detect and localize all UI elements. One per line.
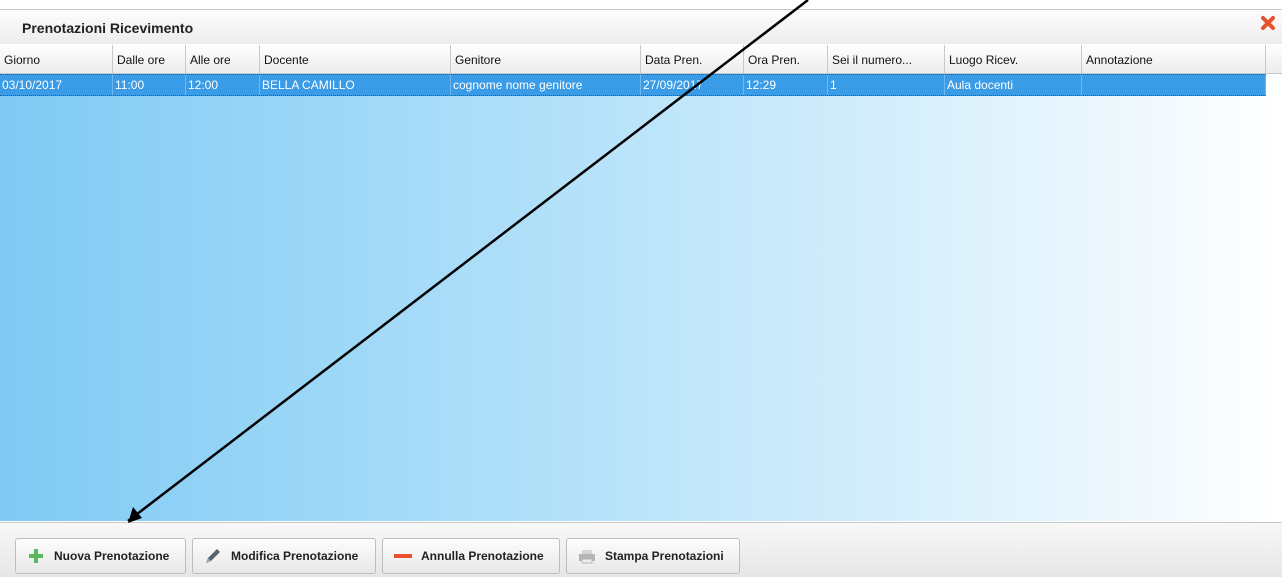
annulla-prenotazione-label: Annulla Prenotazione <box>421 549 544 563</box>
cell-docente: BELLA CAMILLO <box>260 75 451 95</box>
cell-sei-il-numero: 1 <box>828 75 945 95</box>
stampa-prenotazioni-button[interactable]: Stampa Prenotazioni <box>566 538 740 574</box>
cell-giorno: 03/10/2017 <box>0 75 113 95</box>
nuova-prenotazione-button[interactable]: Nuova Prenotazione <box>15 538 186 574</box>
nuova-prenotazione-label: Nuova Prenotazione <box>54 549 170 563</box>
cell-luogo-ricev: Aula docenti <box>945 75 1082 95</box>
cell-ora-pren: 12:29 <box>744 75 828 95</box>
printer-icon <box>577 546 597 566</box>
minus-icon <box>393 546 413 566</box>
window-titlebar: Prenotazioni Ricevimento <box>0 10 1282 44</box>
pencil-icon <box>203 546 223 566</box>
column-header-giorno[interactable]: Giorno <box>0 45 113 73</box>
cell-data-pren: 27/09/2017 <box>641 75 744 95</box>
modifica-prenotazione-label: Modifica Prenotazione <box>231 549 359 563</box>
column-header-ora-pren[interactable]: Ora Pren. <box>744 45 828 73</box>
bookings-window: Prenotazioni Ricevimento Giorno Dalle or… <box>0 9 1282 577</box>
cell-dalle-ore: 11:00 <box>113 75 186 95</box>
column-header-dalle-ore[interactable]: Dalle ore <box>113 45 186 73</box>
table-row[interactable]: 03/10/2017 11:00 12:00 BELLA CAMILLO cog… <box>0 74 1266 96</box>
column-header-data-pren[interactable]: Data Pren. <box>641 45 744 73</box>
bookings-table: Giorno Dalle ore Alle ore Docente Genito… <box>0 45 1282 521</box>
column-header-alle-ore[interactable]: Alle ore <box>186 45 260 73</box>
annulla-prenotazione-button[interactable]: Annulla Prenotazione <box>382 538 560 574</box>
column-header-sei-il-numero[interactable]: Sei il numero... <box>828 45 945 73</box>
column-header-docente[interactable]: Docente <box>260 45 451 73</box>
button-toolbar: Nuova Prenotazione Modifica Prenotazione… <box>0 522 1282 577</box>
column-header-genitore[interactable]: Genitore <box>451 45 641 73</box>
cell-alle-ore: 12:00 <box>186 75 260 95</box>
close-icon[interactable] <box>1260 15 1276 31</box>
modifica-prenotazione-button[interactable]: Modifica Prenotazione <box>192 538 376 574</box>
plus-icon <box>26 546 46 566</box>
table-header: Giorno Dalle ore Alle ore Docente Genito… <box>0 45 1282 74</box>
stampa-prenotazioni-label: Stampa Prenotazioni <box>605 549 724 563</box>
cell-annotazione <box>1082 75 1266 95</box>
column-header-annotazione[interactable]: Annotazione <box>1082 45 1266 73</box>
cell-genitore: cognome nome genitore <box>451 75 641 95</box>
column-header-luogo-ricev[interactable]: Luogo Ricev. <box>945 45 1082 73</box>
window-title: Prenotazioni Ricevimento <box>22 20 194 36</box>
